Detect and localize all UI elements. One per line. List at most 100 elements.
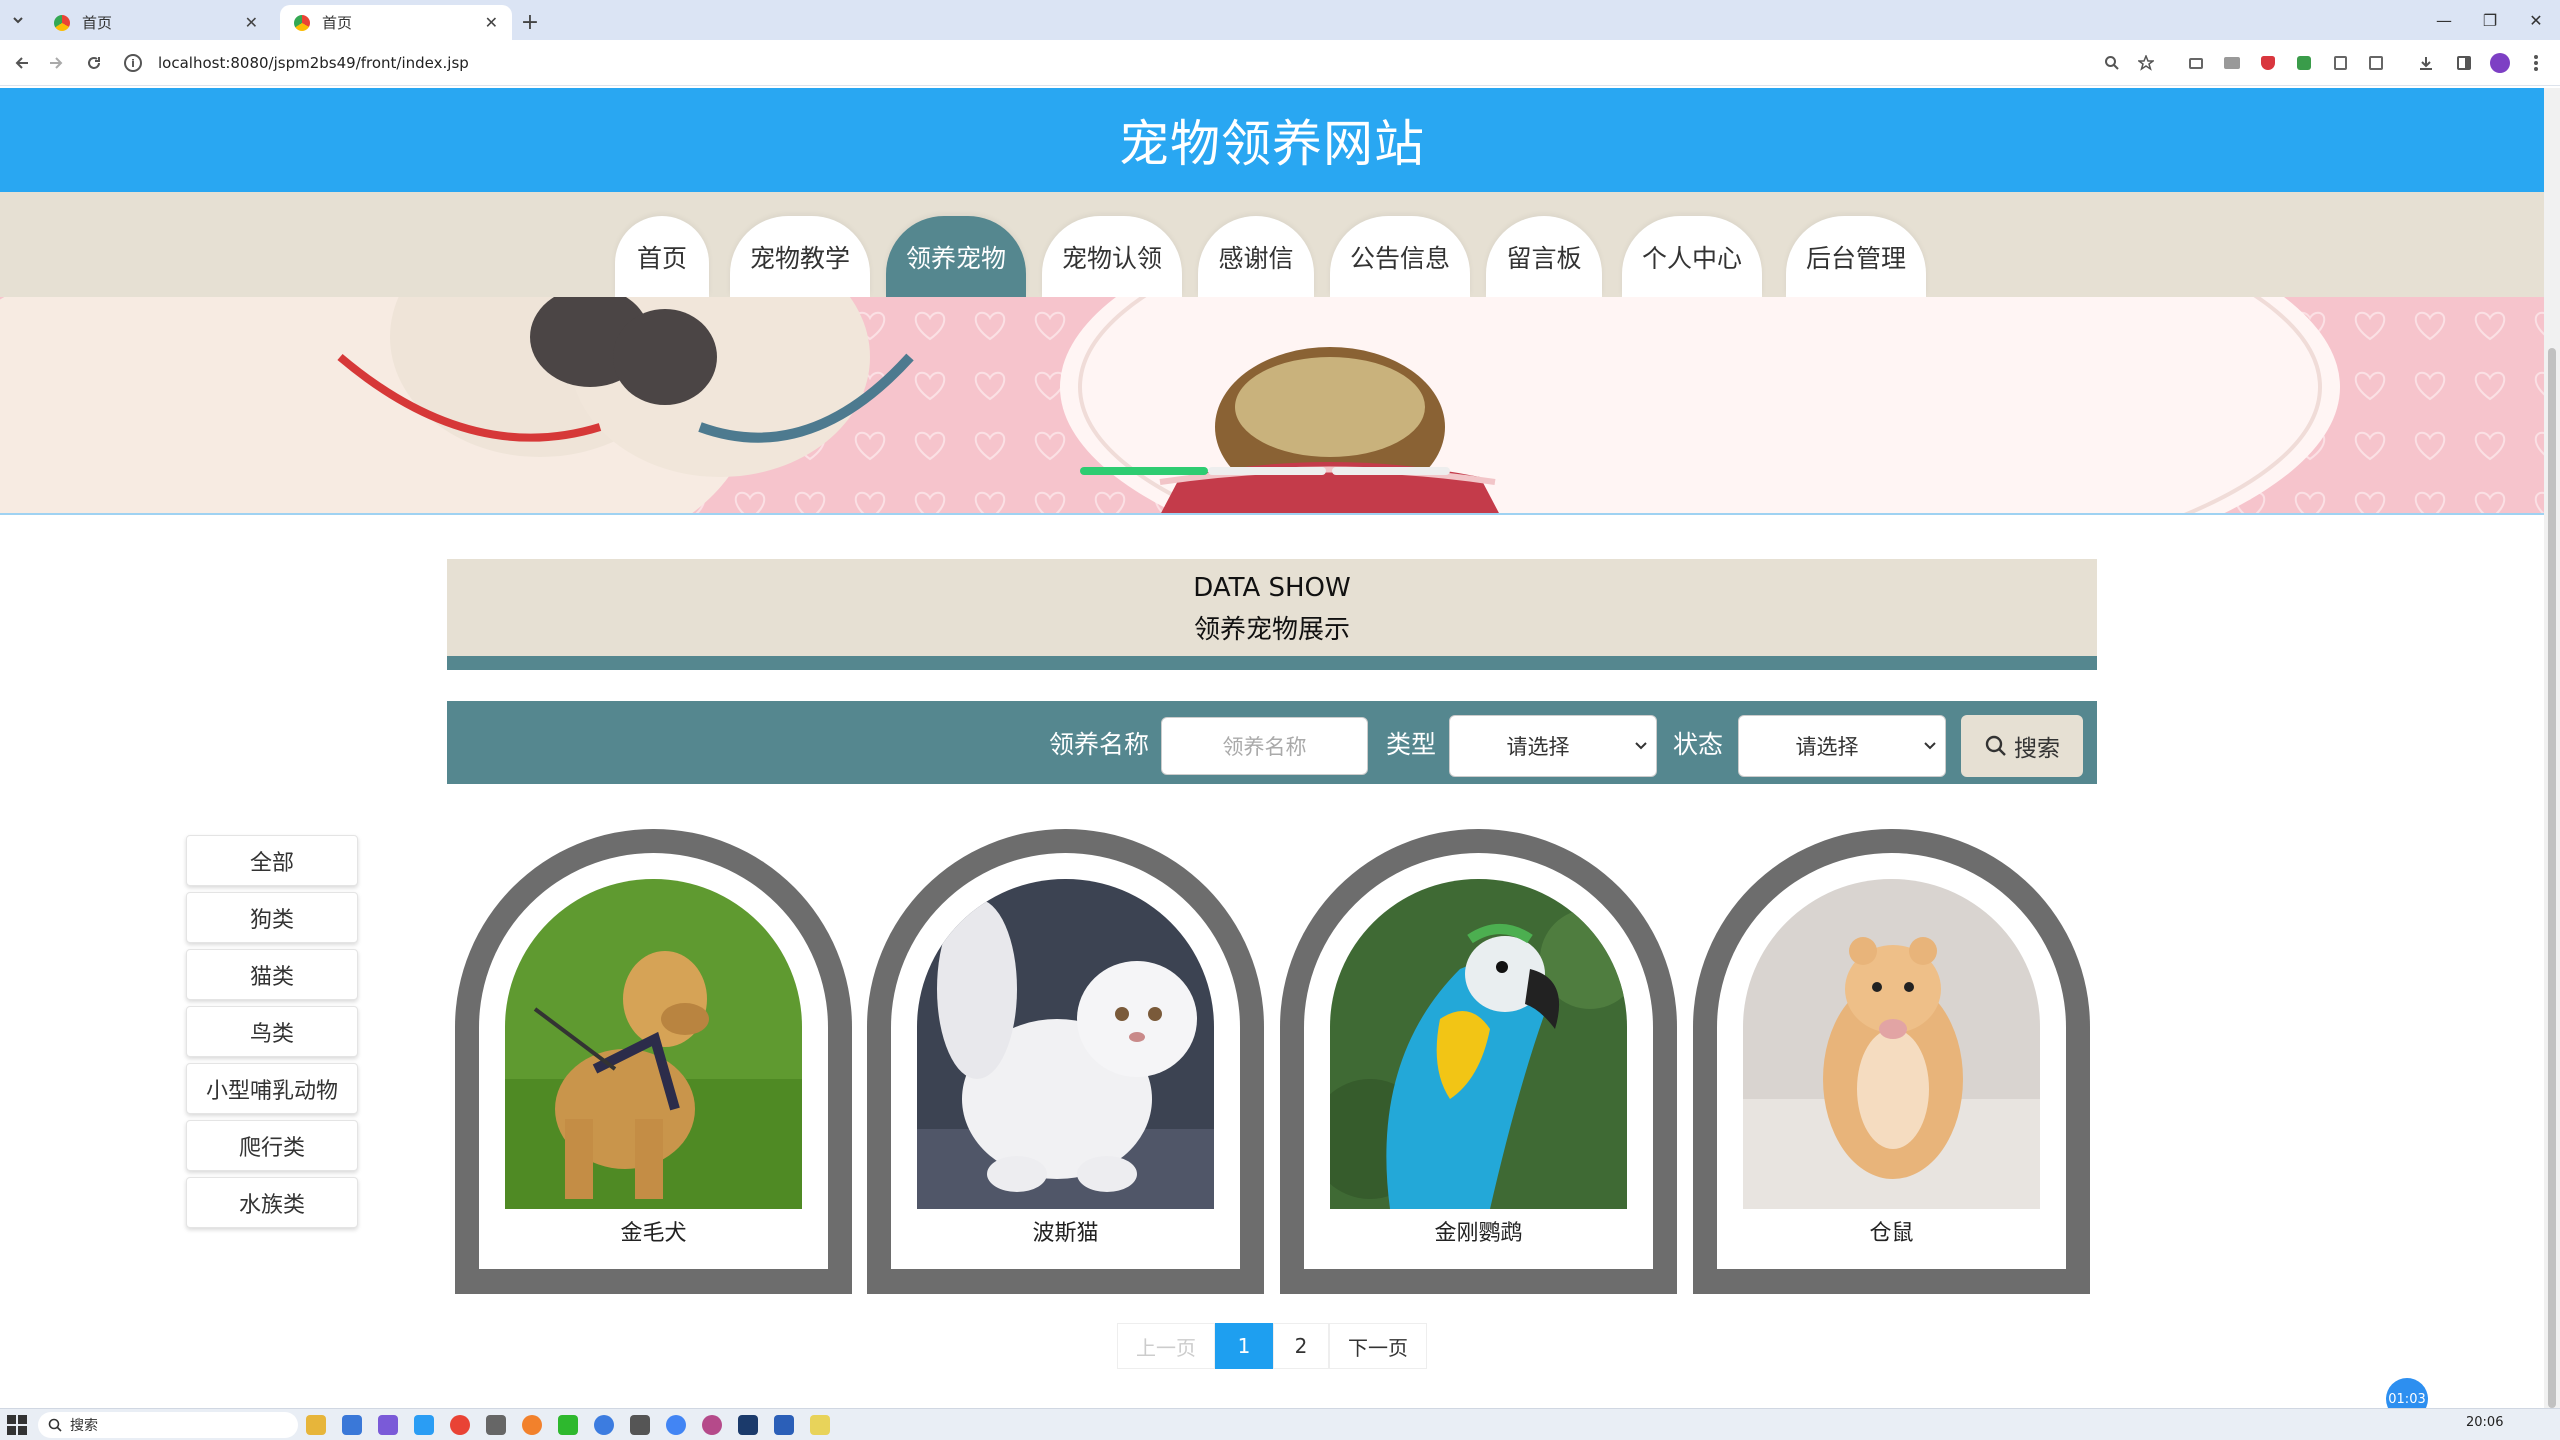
chrome-icon[interactable] [450,1415,470,1435]
scrollbar-thumb[interactable] [2548,348,2556,1408]
ide-icon[interactable] [738,1415,758,1435]
pet-photo-persian-cat[interactable] [917,879,1214,1209]
page-scrollbar[interactable] [2544,88,2560,1408]
pet-photo-macaw[interactable] [1330,879,1627,1209]
taskbar-search-label: 搜索 [70,1418,98,1434]
card-base [479,1269,828,1294]
status-select-value: 请选择 [1795,735,1859,759]
screenshot-icon[interactable] [2182,49,2210,77]
pet-card[interactable]: 波斯猫 [867,829,1264,1294]
puzzle-icon[interactable] [2362,49,2390,77]
nav-admin[interactable]: 后台管理 [1786,216,1926,297]
category-cats[interactable]: 猫类 [186,949,358,1000]
page-1-button[interactable]: 1 [1215,1323,1273,1369]
start-icon[interactable] [6,1414,28,1436]
favicon-icon [294,14,310,31]
file-explorer-icon[interactable] [306,1415,326,1435]
name-label: 领养名称 [1049,729,1150,759]
carousel-dot[interactable] [1080,467,1208,475]
download-icon[interactable] [2412,49,2440,77]
shield-icon[interactable] [2254,49,2282,77]
copy-icon[interactable] [2326,49,2354,77]
address-bar[interactable]: i localhost:8080/jspm2bs49/front/index.j… [124,46,2154,80]
taskbar-app-icon[interactable] [594,1415,614,1435]
nav-message-board[interactable]: 留言板 [1486,216,1602,297]
nav-personal-center[interactable]: 个人中心 [1622,216,1762,297]
chrome-icon[interactable] [666,1415,686,1435]
forward-icon[interactable] [42,49,70,77]
pet-photo-hamster[interactable] [1743,879,2040,1209]
browser-tab-2[interactable]: 首页 ✕ [280,5,512,40]
nav-thank-you-letters[interactable]: 感谢信 [1198,216,1314,297]
clock: 20:06 [2466,1415,2504,1430]
site-info-icon[interactable]: i [124,54,142,72]
settings-icon[interactable] [486,1415,506,1435]
search-icon [1985,735,2006,756]
banner-carousel[interactable] [0,297,2544,515]
category-dogs[interactable]: 狗类 [186,892,358,943]
pet-photo-golden-retriever[interactable] [505,879,802,1209]
category-small-mammals[interactable]: 小型哺乳动物 [186,1063,358,1114]
card-base [891,1269,1240,1294]
pet-card[interactable]: 仓鼠 [1693,829,2090,1294]
notes-icon[interactable] [810,1415,830,1435]
browser-toolbar: i localhost:8080/jspm2bs49/front/index.j… [0,40,2560,86]
taskbar-app-icon[interactable] [630,1415,650,1435]
taskbar-app-icon[interactable] [342,1415,362,1435]
banner-illustration [0,297,2544,513]
search-button[interactable]: 搜索 [1961,715,2083,777]
zoom-icon[interactable] [2098,49,2126,77]
nav-home[interactable]: 首页 [615,216,709,297]
firefox-icon[interactable] [522,1415,542,1435]
new-tab-icon[interactable]: + [516,8,544,36]
status-label: 状态 [1673,729,1724,759]
site-title: 宠物领养网站 [1119,115,1425,173]
close-tab-icon[interactable]: ✕ [245,13,258,32]
back-icon[interactable] [8,49,36,77]
search-button-label: 搜索 [2014,736,2060,762]
nav-adopt-pet[interactable]: 领养宠物 [886,216,1026,297]
os-taskbar: 搜索 20:06 [0,1408,2560,1440]
site-header: 宠物领养网站 [0,88,2544,192]
type-select[interactable]: 请选择 [1449,715,1657,777]
bookmark-star-icon[interactable] [2132,49,2160,77]
extension-icon[interactable] [2218,49,2246,77]
close-window-icon[interactable]: ✕ [2518,6,2554,34]
type-label: 类型 [1386,729,1437,759]
minimize-icon[interactable]: — [2426,6,2462,34]
prev-page-button[interactable]: 上一页 [1117,1323,1215,1369]
nav-announcements[interactable]: 公告信息 [1330,216,1470,297]
browser-tab-1[interactable]: 首页 ✕ [40,5,272,40]
taskbar-app-icon[interactable] [414,1415,434,1435]
restore-icon[interactable]: ❐ [2472,6,2508,34]
category-aquatic[interactable]: 水族类 [186,1177,358,1228]
pet-card[interactable]: 金毛犬 [455,829,852,1294]
nav-pet-teaching[interactable]: 宠物教学 [730,216,870,297]
taskbar-search[interactable]: 搜索 [38,1412,298,1438]
next-page-button[interactable]: 下一页 [1329,1323,1427,1369]
carousel-dot[interactable] [1208,467,1326,475]
sidebar-icon[interactable] [2450,49,2478,77]
nav-pet-claim[interactable]: 宠物认领 [1042,216,1182,297]
taskbar-app-icon[interactable] [378,1415,398,1435]
adoption-name-input[interactable]: 领养名称 [1161,717,1368,775]
tab-search-icon[interactable] [6,8,30,32]
taskbar-app-icon[interactable] [702,1415,722,1435]
pet-name: 波斯猫 [1032,1221,1099,1246]
category-birds[interactable]: 鸟类 [186,1006,358,1057]
menu-icon[interactable] [2522,49,2550,77]
category-reptiles[interactable]: 爬行类 [186,1120,358,1171]
pet-card[interactable]: 金刚鹦鹉 [1280,829,1677,1294]
status-select[interactable]: 请选择 [1738,715,1946,777]
page-2-button[interactable]: 2 [1273,1323,1329,1369]
profile-avatar-icon[interactable] [2486,49,2514,77]
wechat-icon[interactable] [558,1415,578,1435]
close-tab-icon[interactable]: ✕ [485,13,498,32]
category-all[interactable]: 全部 [186,835,358,886]
word-icon[interactable] [774,1415,794,1435]
reload-icon[interactable] [80,49,108,77]
tab-title: 首页 [82,14,113,32]
extension-icon[interactable] [2290,49,2318,77]
main-nav: 首页 宠物教学 领养宠物 宠物认领 感谢信 公告信息 留言板 个人中心 后台管理 [0,192,2544,297]
carousel-dot[interactable] [1332,467,1450,475]
